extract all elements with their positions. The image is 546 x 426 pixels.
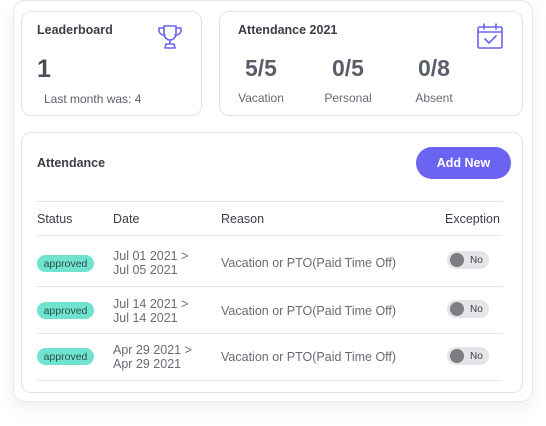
date-start: Jul 14 2021 > [113,297,189,311]
last-month-rank: Last month was: 4 [44,92,142,106]
stat-absent-label: Absent [415,91,453,105]
date-end: Jul 05 2021 [113,263,178,277]
table-row[interactable]: approved Jul 14 2021 > Jul 14 2021 Vacat… [37,286,502,333]
exception-toggle[interactable]: No [447,300,489,318]
leaderboard-rank: 1 [37,55,51,83]
table-row[interactable]: approved Jul 01 2021 > Jul 05 2021 Vacat… [37,235,502,286]
stat-personal-label: Personal [324,91,372,105]
toggle-label: No [470,254,483,266]
trophy-icon [158,25,182,49]
date-start: Jul 01 2021 > [113,249,189,263]
date-range: Apr 29 2021 > Apr 29 2021 [113,343,192,371]
reason-text: Vacation or PTO(Paid Time Off) [221,256,397,270]
toggle-knob [450,349,464,363]
stat-vacation: 5/5 Vacation [226,55,296,105]
leaderboard-title: Leaderboard [37,23,113,37]
toggle-label: No [470,350,483,362]
date-range: Jul 14 2021 > Jul 14 2021 [113,297,188,325]
reason-text: Vacation or PTO(Paid Time Off) [221,304,397,318]
stat-personal-value: 0/5 [332,55,364,81]
attendance-table-title: Attendance [37,156,106,170]
date-end: Apr 29 2021 [113,357,182,371]
divider [37,380,502,381]
date-start: Apr 29 2021 > [113,343,192,357]
attendance-summary-card: Attendance 2021 5/5 Vacation 0/5 Persona… [219,11,523,116]
exception-toggle[interactable]: No [447,251,489,269]
column-header-status[interactable]: Status [37,212,72,226]
attendance-table-card: Attendance Add New Status Date Reason Ex… [21,132,523,393]
toggle-knob [450,302,464,316]
column-header-date[interactable]: Date [113,212,139,226]
add-new-button[interactable]: Add New [416,147,511,179]
attendance-summary-title: Attendance 2021 [238,23,338,37]
status-badge: approved [37,302,94,319]
reason-text: Vacation or PTO(Paid Time Off) [221,350,397,364]
date-range: Jul 01 2021 > Jul 05 2021 [113,249,188,277]
stat-absent-value: 0/8 [418,55,450,81]
date-end: Jul 14 2021 [113,311,178,325]
stat-vacation-value: 5/5 [245,55,277,81]
stat-absent: 0/8 Absent [399,55,469,105]
divider [37,201,502,202]
status-badge: approved [37,348,94,365]
toggle-label: No [470,303,483,315]
table-row[interactable]: approved Apr 29 2021 > Apr 29 2021 Vacat… [37,333,502,380]
column-header-exception[interactable]: Exception [445,212,500,226]
status-badge: approved [37,255,94,272]
stat-vacation-label: Vacation [238,91,284,105]
exception-toggle[interactable]: No [447,347,489,365]
column-header-reason[interactable]: Reason [221,212,264,226]
calendar-check-icon [477,23,503,49]
leaderboard-card: Leaderboard 1 Last month was: 4 [21,11,202,116]
toggle-knob [450,253,464,267]
stat-personal: 0/5 Personal [313,55,383,105]
